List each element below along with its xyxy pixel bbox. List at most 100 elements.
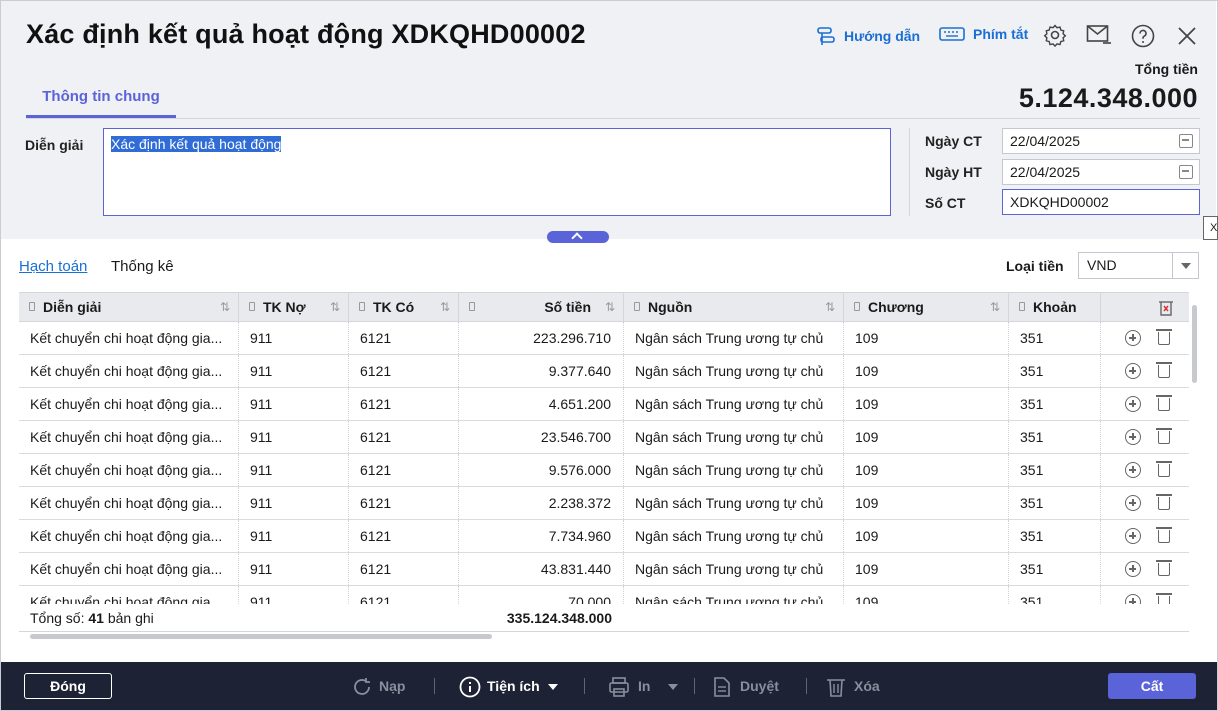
table-cell[interactable]: 109 [844, 355, 1009, 387]
table-cell[interactable]: Ngân sách Trung ương tự chủ [624, 421, 844, 453]
table-cell[interactable]: 223.296.710 [459, 322, 624, 354]
tab-accounting[interactable]: Hạch toán [19, 258, 87, 275]
table-row[interactable]: Kết chuyển chi hoạt động gia... 911 6121 70… [19, 586, 1189, 604]
col-header[interactable]: Khoản [1009, 293, 1101, 322]
horizontal-scrollbar[interactable] [30, 634, 492, 639]
table-cell[interactable]: 911 [239, 586, 349, 604]
table-cell[interactable]: 7.734.960 [459, 520, 624, 552]
date-ht-field[interactable]: 22/04/2025 [1002, 159, 1200, 185]
table-cell[interactable]: Ngân sách Trung ương tự chủ [624, 520, 844, 552]
pin-icon[interactable] [469, 302, 475, 311]
save-button[interactable]: Cất [1108, 673, 1196, 699]
utilities-button[interactable]: Tiện ích [459, 662, 558, 710]
mail-icon[interactable] [1086, 23, 1112, 47]
desc-textarea[interactable]: Xác định kết quả hoạt động [103, 128, 891, 216]
shortcuts-link[interactable]: Phím tắt [939, 26, 1028, 42]
table-cell[interactable]: 6121 [349, 454, 459, 486]
table-cell[interactable]: 351 [1009, 586, 1101, 604]
table-cell[interactable]: Ngân sách Trung ương tự chủ [624, 322, 844, 354]
delete-all-icon[interactable] [1158, 299, 1174, 317]
table-cell[interactable]: Kết chuyển chi hoạt động gia... [19, 553, 239, 585]
vertical-scrollbar[interactable] [1192, 305, 1197, 383]
table-cell[interactable]: 109 [844, 454, 1009, 486]
table-cell[interactable]: 6121 [349, 520, 459, 552]
table-cell[interactable]: 9.576.000 [459, 454, 624, 486]
table-cell[interactable]: 911 [239, 322, 349, 354]
delete-row-icon[interactable] [1156, 560, 1172, 576]
table-cell[interactable]: 109 [844, 487, 1009, 519]
pin-icon[interactable] [854, 302, 860, 311]
add-row-icon[interactable] [1125, 462, 1141, 478]
table-cell[interactable]: 6121 [349, 355, 459, 387]
table-cell[interactable]: 351 [1009, 520, 1101, 552]
table-cell[interactable]: 911 [239, 388, 349, 420]
table-cell[interactable]: 911 [239, 421, 349, 453]
table-cell[interactable]: 351 [1009, 388, 1101, 420]
table-cell[interactable]: 2.238.372 [459, 487, 624, 519]
table-cell[interactable]: 43.831.440 [459, 553, 624, 585]
pin-icon[interactable] [634, 302, 640, 311]
add-row-icon[interactable] [1125, 396, 1141, 412]
close-icon[interactable] [1176, 25, 1198, 47]
table-row[interactable]: Kết chuyển chi hoạt động gia... 911 6121 43… [19, 553, 1189, 586]
pin-icon[interactable] [249, 302, 255, 311]
tab-general[interactable]: Thông tin chung [26, 81, 176, 118]
add-row-icon[interactable] [1125, 528, 1141, 544]
date-ct-field[interactable]: 22/04/2025 [1002, 128, 1200, 154]
table-cell[interactable]: 351 [1009, 487, 1101, 519]
table-cell[interactable]: 911 [239, 487, 349, 519]
table-cell[interactable]: 911 [239, 553, 349, 585]
close-button[interactable]: Đóng [24, 673, 112, 699]
table-cell[interactable]: Kết chuyển chi hoạt động gia... [19, 421, 239, 453]
table-cell[interactable]: 9.377.640 [459, 355, 624, 387]
side-tab[interactable]: X [1203, 216, 1218, 240]
table-row[interactable]: Kết chuyển chi hoạt động gia... 911 6121 2.… [19, 487, 1189, 520]
table-cell[interactable]: 911 [239, 355, 349, 387]
table-cell[interactable]: Kết chuyển chi hoạt động gia... [19, 487, 239, 519]
add-row-icon[interactable] [1125, 594, 1141, 604]
table-cell[interactable]: 351 [1009, 322, 1101, 354]
table-cell[interactable]: 70.000 [459, 586, 624, 604]
table-row[interactable]: Kết chuyển chi hoạt động gia... 911 6121 9.… [19, 355, 1189, 388]
col-header[interactable]: TK Có ⇅ [349, 293, 459, 322]
currency-select[interactable]: VND [1078, 252, 1199, 279]
table-cell[interactable]: Kết chuyển chi hoạt động gia... [19, 322, 239, 354]
tab-stats[interactable]: Thống kê [111, 258, 174, 275]
table-cell[interactable]: 6121 [349, 586, 459, 604]
delete-row-icon[interactable] [1156, 593, 1172, 604]
delete-row-icon[interactable] [1156, 362, 1172, 378]
table-cell[interactable]: Kết chuyển chi hoạt động gia... [19, 388, 239, 420]
table-cell[interactable]: 6121 [349, 487, 459, 519]
delete-row-icon[interactable] [1156, 428, 1172, 444]
table-cell[interactable]: Ngân sách Trung ương tự chủ [624, 586, 844, 604]
calendar-icon[interactable] [1179, 165, 1193, 179]
table-cell[interactable]: Kết chuyển chi hoạt động gia... [19, 355, 239, 387]
table-cell[interactable]: Ngân sách Trung ương tự chủ [624, 454, 844, 486]
table-cell[interactable]: 6121 [349, 421, 459, 453]
guide-link[interactable]: Hướng dẫn [816, 26, 920, 46]
table-cell[interactable]: Ngân sách Trung ương tự chủ [624, 487, 844, 519]
table-cell[interactable]: Kết chuyển chi hoạt động gia... [19, 454, 239, 486]
delete-row-icon[interactable] [1156, 461, 1172, 477]
col-header[interactable]: Nguồn ⇅ [624, 293, 844, 322]
col-header[interactable]: TK Nợ ⇅ [239, 293, 349, 322]
delete-row-icon[interactable] [1156, 494, 1172, 510]
table-cell[interactable]: 109 [844, 553, 1009, 585]
calendar-icon[interactable] [1179, 134, 1193, 148]
table-row[interactable]: Kết chuyển chi hoạt động gia... 911 6121 23… [19, 421, 1189, 454]
col-header[interactable]: Chương ⇅ [844, 293, 1009, 322]
col-header[interactable]: Diễn giải ⇅ [19, 293, 239, 322]
gear-icon[interactable] [1043, 23, 1067, 47]
table-cell[interactable]: 351 [1009, 355, 1101, 387]
col-header[interactable]: Số tiền ⇅ [459, 293, 624, 322]
table-cell[interactable]: Ngân sách Trung ương tự chủ [624, 355, 844, 387]
table-cell[interactable]: 109 [844, 421, 1009, 453]
table-cell[interactable]: 109 [844, 586, 1009, 604]
table-cell[interactable]: 6121 [349, 553, 459, 585]
add-row-icon[interactable] [1125, 363, 1141, 379]
delete-row-icon[interactable] [1156, 395, 1172, 411]
pin-icon[interactable] [29, 302, 35, 311]
table-cell[interactable]: 351 [1009, 421, 1101, 453]
help-icon[interactable] [1131, 24, 1155, 48]
approve-button[interactable]: Duyệt [712, 662, 779, 710]
